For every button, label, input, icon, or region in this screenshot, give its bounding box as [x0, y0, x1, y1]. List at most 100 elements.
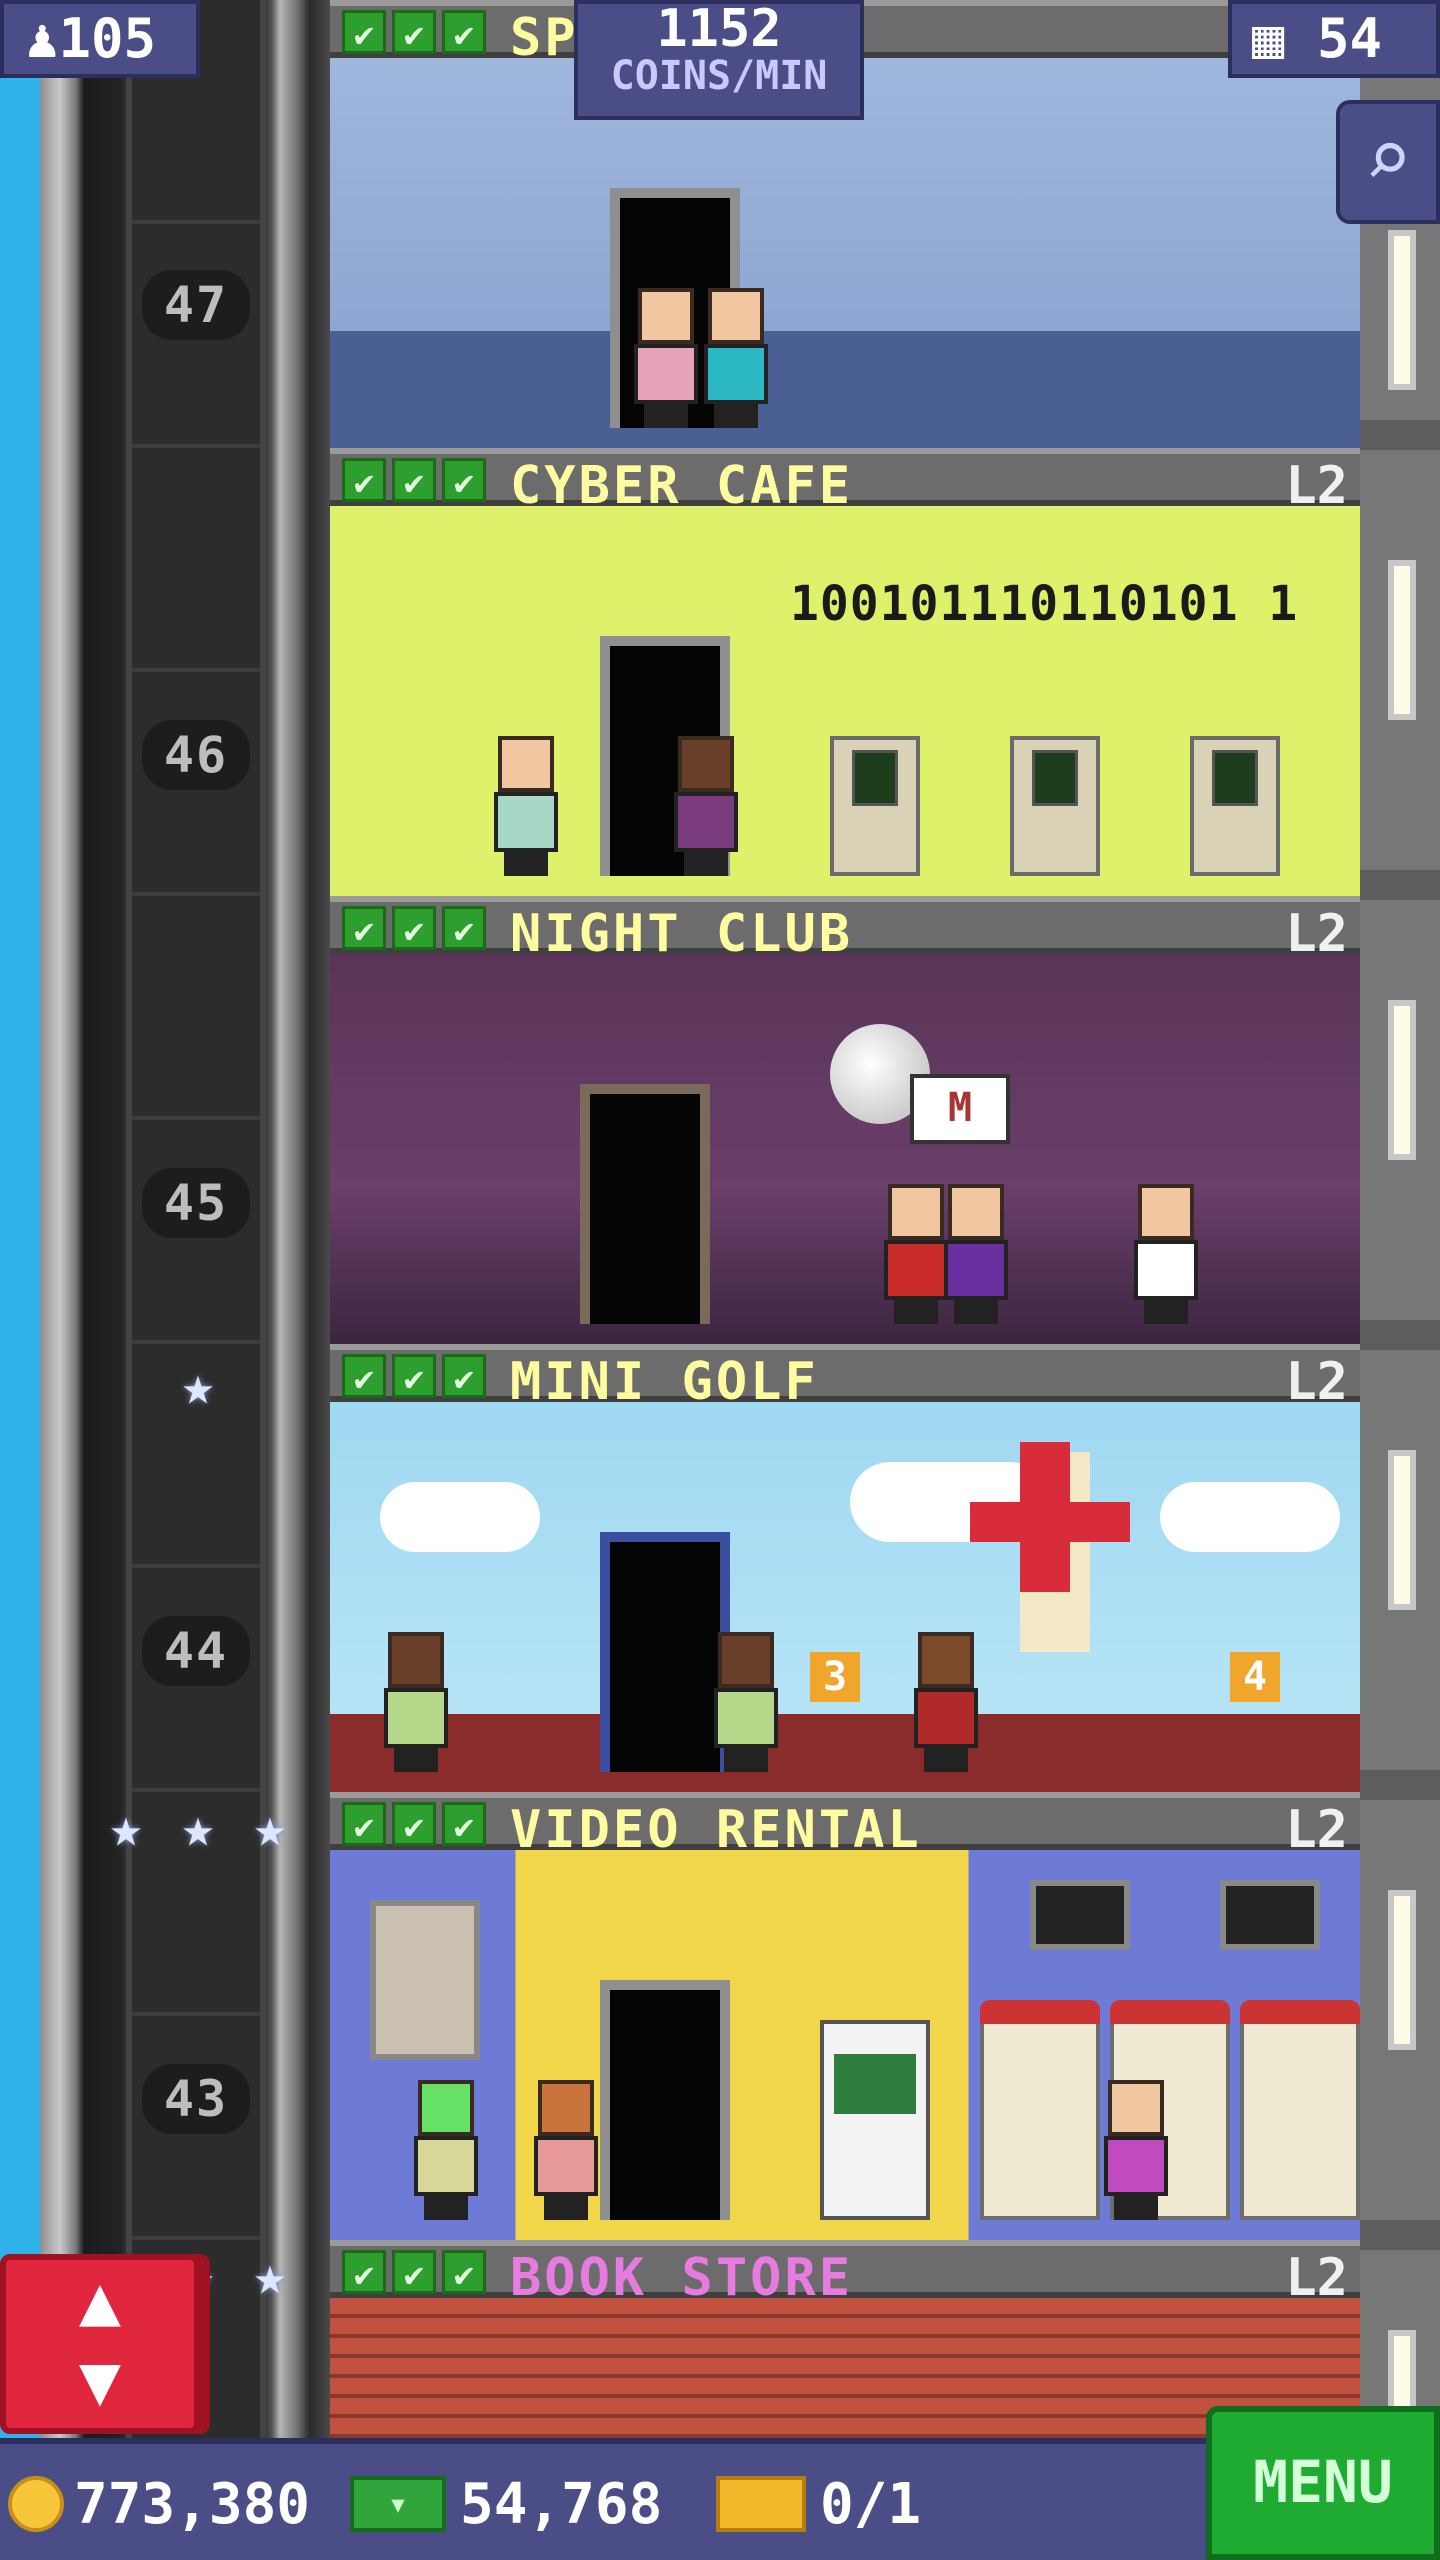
person-sprite[interactable] — [380, 1632, 450, 1772]
video-shelf — [980, 2000, 1100, 2220]
tv-poster — [1220, 1880, 1320, 1950]
coins-per-min-value: 1152 — [656, 0, 782, 59]
shaft-floor-number: 44 — [142, 1616, 250, 1686]
bux-icon: ▾ — [350, 2476, 446, 2532]
person-sprite[interactable] — [630, 288, 700, 428]
population-value: 105 — [58, 7, 157, 70]
person-sprite[interactable] — [410, 2080, 480, 2220]
bux-display[interactable]: ▾ 54,768 — [350, 2464, 662, 2544]
bux-value: 54,768 — [460, 2471, 663, 2537]
floor-count-display[interactable]: ▦ 54 — [1228, 0, 1440, 78]
window — [1388, 230, 1416, 390]
binary-sign: 100101110110101 1 — [790, 576, 1299, 632]
star-icon: ★ — [181, 1354, 215, 1417]
coins-per-min-unit: COINS/MIN — [610, 53, 828, 99]
up-down-arrow-icon: ▲ ▼ — [78, 2259, 122, 2421]
check-icon: ✔ — [342, 10, 386, 55]
menu-button[interactable]: MENU — [1206, 2406, 1440, 2560]
check-icon: ✔ — [442, 10, 486, 55]
movie-poster — [370, 1900, 480, 2060]
floor-header: ✔ ✔ ✔ NIGHT CLUB L2 — [330, 896, 1360, 964]
check-icon: ✔ — [392, 2250, 436, 2295]
windmill-blade — [970, 1502, 1130, 1542]
floor-header: ✔ ✔ ✔ MINI GOLF L2 — [330, 1344, 1360, 1412]
check-icon: ✔ — [342, 458, 386, 503]
shaft-floor-number: 43 — [142, 2064, 250, 2134]
window — [1388, 1890, 1416, 2050]
floor-checks: ✔ ✔ ✔ — [342, 458, 486, 503]
room-mini-golf[interactable]: 3 4 — [330, 1402, 1360, 1792]
floor-mini-golf[interactable]: ✔ ✔ ✔ MINI GOLF L2 3 4 — [330, 1344, 1360, 1792]
person-icon: ♟ — [26, 7, 59, 70]
sky-strip — [0, 0, 40, 2560]
floor-header: ✔ ✔ ✔ VIDEO RENTAL L2 — [330, 1792, 1360, 1860]
person-sprite[interactable] — [670, 736, 740, 876]
computer-station — [1190, 736, 1280, 876]
tickets-display[interactable]: 0/1 — [716, 2464, 921, 2544]
door — [600, 1980, 730, 2220]
window — [1388, 1000, 1416, 1160]
check-icon: ✔ — [442, 2250, 486, 2295]
floor-night-club[interactable]: ✔ ✔ ✔ NIGHT CLUB L2 M — [330, 896, 1360, 1344]
coins-per-minute-display: 1152 COINS/MIN — [574, 0, 864, 120]
check-icon: ✔ — [442, 458, 486, 503]
person-sprite[interactable] — [710, 1632, 780, 1772]
floor-book-store[interactable]: ✔ ✔ ✔ BOOK STORE L2 — [330, 2240, 1360, 2440]
coins-display[interactable]: 773,380 — [8, 2464, 310, 2544]
zoom-button[interactable]: ⌕ — [1336, 100, 1440, 224]
check-icon: ✔ — [342, 906, 386, 951]
shaft-floor-number: 45 — [142, 1168, 250, 1238]
floor-cyber-cafe[interactable]: ✔ ✔ ✔ CYBER CAFE L2 100101110110101 1 — [330, 448, 1360, 896]
tv-poster — [1030, 1880, 1130, 1950]
person-sprite[interactable] — [700, 288, 770, 428]
floor-checks: ✔ ✔ ✔ — [342, 1802, 486, 1847]
floor-checks: ✔ ✔ ✔ — [342, 906, 486, 951]
check-icon: ✔ — [442, 906, 486, 951]
person-sprite[interactable] — [530, 2080, 600, 2220]
person-sprite[interactable] — [910, 1632, 980, 1772]
room-cyber-cafe[interactable]: 100101110110101 1 — [330, 506, 1360, 896]
check-icon: ✔ — [342, 2250, 386, 2295]
magnifier-icon: ⌕ — [1363, 112, 1413, 205]
person-sprite[interactable] — [490, 736, 560, 876]
person-sprite[interactable] — [1130, 1184, 1200, 1324]
room-night-club[interactable]: M — [330, 954, 1360, 1344]
check-icon: ✔ — [342, 1354, 386, 1399]
population-counter[interactable]: ♟105 — [0, 0, 200, 78]
star-icon: ★ — [181, 1796, 215, 1859]
check-icon: ✔ — [392, 1354, 436, 1399]
person-sprite[interactable] — [940, 1184, 1010, 1324]
door — [580, 1084, 710, 1324]
window — [1388, 560, 1416, 720]
hole-flag: 3 — [810, 1652, 860, 1702]
room-video-rental[interactable] — [330, 1850, 1360, 2240]
speech-bubble[interactable]: M — [910, 1074, 1010, 1144]
floor-checks: ✔ ✔ ✔ — [342, 2250, 486, 2295]
star-icon: ★ — [253, 2244, 287, 2307]
shaft-floor-number: 46 — [142, 720, 250, 790]
floor-checks: ✔ ✔ ✔ — [342, 10, 486, 55]
cloud — [380, 1482, 540, 1552]
elevator-button[interactable]: ▲ ▼ — [0, 2254, 200, 2434]
check-icon: ✔ — [442, 1354, 486, 1399]
arcade-machine — [820, 2020, 930, 2220]
floor-header: ✔ ✔ ✔ CYBER CAFE L2 — [330, 448, 1360, 516]
check-icon: ✔ — [392, 10, 436, 55]
person-sprite[interactable] — [1100, 2080, 1170, 2220]
cloud — [1160, 1482, 1340, 1552]
elevator-track — [126, 0, 266, 2560]
check-icon: ✔ — [392, 906, 436, 951]
floor-video-rental[interactable]: ✔ ✔ ✔ VIDEO RENTAL L2 — [330, 1792, 1360, 2240]
computer-station — [1010, 736, 1100, 876]
video-shelf — [1240, 2000, 1360, 2220]
building-icon: ▦ — [1252, 7, 1285, 70]
star-icon: ★ — [109, 1796, 143, 1859]
floor-count-value: 54 — [1317, 7, 1383, 70]
check-icon: ✔ — [392, 1802, 436, 1847]
star-icon: ★ — [253, 1796, 287, 1859]
floor-header: ✔ ✔ ✔ BOOK STORE L2 — [330, 2240, 1360, 2308]
floor-checks: ✔ ✔ ✔ — [342, 1354, 486, 1399]
window — [1388, 1450, 1416, 1610]
check-icon: ✔ — [392, 458, 436, 503]
hole-flag: 4 — [1230, 1652, 1280, 1702]
